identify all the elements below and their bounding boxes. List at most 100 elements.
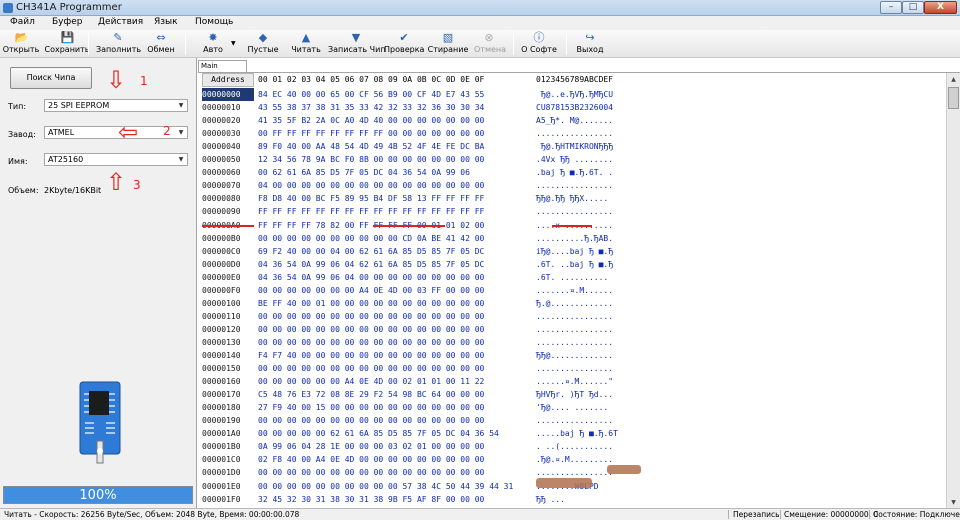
row-address[interactable]: 00000070 [202, 179, 254, 192]
row-address[interactable]: 000001C0 [202, 453, 254, 466]
auto-dropdown-icon[interactable]: ▼ [231, 40, 236, 47]
row-hex-bytes[interactable]: 00 62 61 6A 85 D5 7F 05 DC 04 36 54 0A 9… [258, 166, 470, 179]
row-ascii[interactable]: A5_Ђ*. M@....... [536, 114, 613, 127]
row-hex-bytes[interactable]: 00 FF FF FF FF FF FF FF FF 00 00 00 00 0… [258, 127, 484, 140]
row-ascii[interactable]: ЂЂ@.ЂЂ ЂЂX..... [536, 192, 608, 205]
row-hex-bytes[interactable]: 69 F2 40 00 00 04 00 62 61 6A 85 D5 85 7… [258, 245, 484, 258]
hex-row[interactable]: 000000B0 00 00 00 00 00 00 00 00 00 00 CD… [198, 232, 946, 245]
row-address[interactable]: 000001F0 [202, 493, 254, 506]
toolbar-button-fill[interactable]: ✎ Заполнить [96, 31, 141, 57]
row-address[interactable]: 00000130 [202, 336, 254, 349]
row-hex-bytes[interactable]: 04 36 54 0A 99 06 04 00 00 00 00 00 00 0… [258, 271, 484, 284]
hex-row[interactable]: 000000C0 69 F2 40 00 00 04 00 62 61 6A 85… [198, 245, 946, 258]
row-ascii[interactable]: ................ [536, 414, 613, 427]
hex-row[interactable]: 00000160 00 00 00 00 00 00 A4 0E 4D 00 02… [198, 375, 946, 388]
row-address[interactable]: 000001A0 [202, 427, 254, 440]
menu-actions[interactable]: Действия [98, 17, 143, 27]
row-ascii[interactable]: ЂЂ ... [536, 493, 565, 506]
hex-row[interactable]: 00000090 FF FF FF FF FF FF FF FF FF FF FF… [198, 205, 946, 218]
toolbar-button-auto[interactable]: ✸ Авто [198, 31, 228, 57]
hex-row[interactable]: 000000D0 04 36 54 0A 99 06 04 62 61 6A 85… [198, 258, 946, 271]
row-hex-bytes[interactable]: BE FF 40 00 01 00 00 00 00 00 00 00 00 0… [258, 297, 484, 310]
row-ascii[interactable]: ................ [536, 310, 613, 323]
row-address[interactable]: 00000170 [202, 388, 254, 401]
hex-row[interactable]: 00000110 00 00 00 00 00 00 00 00 00 00 00… [198, 310, 946, 323]
hex-row[interactable]: 000001B0 0A 99 06 04 28 1E 00 00 00 03 02… [198, 440, 946, 453]
row-ascii[interactable]: ................ [536, 179, 613, 192]
hex-row[interactable]: 00000040 89 F0 40 00 AA 48 54 4D 49 4B 52… [198, 140, 946, 153]
hex-row[interactable]: 00000070 04 00 00 00 00 00 00 00 00 00 00… [198, 179, 946, 192]
hex-row[interactable]: 000000F0 00 00 00 00 00 00 00 A4 0E 4D 00… [198, 284, 946, 297]
hex-row[interactable]: 00000030 00 FF FF FF FF FF FF FF FF 00 00… [198, 127, 946, 140]
row-address[interactable]: 00000120 [202, 323, 254, 336]
hex-row[interactable]: 00000190 00 00 00 00 00 00 00 00 00 00 00… [198, 414, 946, 427]
tab-main-memory[interactable]: Main Memory [198, 60, 247, 81]
row-ascii[interactable]: .6T. .......... [536, 271, 608, 284]
row-hex-bytes[interactable]: 41 35 5F B2 2A 0C A0 4D 40 00 00 00 00 0… [258, 114, 484, 127]
toolbar-button-read[interactable]: ▲ Читать [290, 31, 322, 57]
row-hex-bytes[interactable]: 27 F9 40 00 15 00 00 00 00 00 00 00 00 0… [258, 401, 484, 414]
hex-row[interactable]: 000001C0 02 F8 40 00 A4 0E 4D 00 00 00 00… [198, 453, 946, 466]
hex-row[interactable]: 000001F0 32 45 32 30 31 38 30 31 38 9B F5… [198, 493, 946, 506]
row-hex-bytes[interactable]: 00 00 00 00 00 00 00 A4 0E 4D 00 03 FF 0… [258, 284, 484, 297]
row-hex-bytes[interactable]: FF FF FF FF FF FF FF FF FF FF FF FF FF F… [258, 205, 484, 218]
row-ascii[interactable]: .......¤.M...... [536, 284, 613, 297]
row-address[interactable]: 00000040 [202, 140, 254, 153]
row-hex-bytes[interactable]: 89 F0 40 00 AA 48 54 4D 49 4B 52 4F 4E F… [258, 140, 484, 153]
row-ascii[interactable]: ................ [536, 323, 613, 336]
row-address[interactable]: 00000010 [202, 101, 254, 114]
row-address[interactable]: 00000060 [202, 166, 254, 179]
row-hex-bytes[interactable]: 00 00 00 00 00 00 A4 0E 4D 00 02 01 01 0… [258, 375, 484, 388]
row-ascii[interactable]: .4Vx ЂЂ ........ [536, 153, 613, 166]
hex-row[interactable]: 000000E0 04 36 54 0A 99 06 04 00 00 00 00… [198, 271, 946, 284]
hex-row[interactable]: 00000140 F4 F7 40 00 00 00 00 00 00 00 00… [198, 349, 946, 362]
row-ascii[interactable]: ................ [536, 336, 613, 349]
row-address[interactable]: 00000030 [202, 127, 254, 140]
row-ascii[interactable]: ................ [536, 362, 613, 375]
row-address[interactable]: 000001B0 [202, 440, 254, 453]
row-hex-bytes[interactable]: 00 00 00 00 00 00 00 00 00 00 CD 0A BE 4… [258, 232, 484, 245]
row-hex-bytes[interactable]: 0A 99 06 04 28 1E 00 00 00 03 02 01 00 0… [258, 440, 484, 453]
hex-row[interactable]: 00000180 27 F9 40 00 15 00 00 00 00 00 00… [198, 401, 946, 414]
hex-row[interactable]: 00000020 41 35 5F B2 2A 0C A0 4D 40 00 00… [198, 114, 946, 127]
hex-row[interactable]: 00000080 F8 D8 40 00 BC F5 89 95 B4 DF 58… [198, 192, 946, 205]
row-hex-bytes[interactable]: 00 00 00 00 00 00 00 00 00 00 00 00 00 0… [258, 466, 484, 479]
row-hex-bytes[interactable]: 00 00 00 00 00 00 00 00 00 00 00 00 00 0… [258, 336, 484, 349]
row-address[interactable]: 00000140 [202, 349, 254, 362]
row-ascii[interactable]: . ..(........... [536, 440, 613, 453]
scroll-down-icon[interactable]: ▼ [948, 497, 959, 508]
row-hex-bytes[interactable]: 84 EC 40 00 00 65 00 CF 56 B9 00 CF 4D E… [258, 88, 484, 101]
row-ascii[interactable]: Ђ.@............. [536, 297, 613, 310]
row-hex-bytes[interactable]: 04 36 54 0A 99 06 04 62 61 6A 85 D5 85 7… [258, 258, 484, 271]
row-hex-bytes[interactable]: 04 00 00 00 00 00 00 00 00 00 00 00 00 0… [258, 179, 484, 192]
toolbar-button-info[interactable]: ⓘ О Софте [520, 31, 558, 57]
row-ascii[interactable]: ..........Ђ.ЂAB. [536, 232, 613, 245]
row-address[interactable]: 00000050 [202, 153, 254, 166]
row-hex-bytes[interactable]: 00 00 00 00 00 00 00 00 00 00 57 38 4C 5… [258, 480, 513, 493]
row-hex-bytes[interactable]: FF FF FF FF 78 82 00 FF FF FF FF 00 01 0… [258, 219, 484, 232]
toolbar-button-blank-check[interactable]: ◆ Пустые [246, 31, 280, 57]
type-select[interactable]: 25 SPI EEPROM ▼ [44, 99, 188, 112]
toolbar-button-erase[interactable]: ▧ Стирание [426, 31, 470, 57]
row-address[interactable]: 000001E0 [202, 480, 254, 493]
row-hex-bytes[interactable]: 00 00 00 00 00 00 00 00 00 00 00 00 00 0… [258, 414, 484, 427]
hex-row[interactable]: 00000120 00 00 00 00 00 00 00 00 00 00 00… [198, 323, 946, 336]
toolbar-button-save[interactable]: 💾 Сохранить [44, 31, 90, 57]
row-hex-bytes[interactable]: 00 00 00 00 00 00 00 00 00 00 00 00 00 0… [258, 323, 484, 336]
row-hex-bytes[interactable]: F8 D8 40 00 BC F5 89 95 B4 DF 58 13 FF F… [258, 192, 484, 205]
row-ascii[interactable]: ......¤.M......" [536, 375, 613, 388]
row-hex-bytes[interactable]: 02 F8 40 00 A4 0E 4D 00 00 00 00 00 00 0… [258, 453, 484, 466]
row-address[interactable]: 000000B0 [202, 232, 254, 245]
row-address[interactable]: 000000E0 [202, 271, 254, 284]
toolbar-button-verify[interactable]: ✔ Проверка [384, 31, 424, 57]
row-address[interactable]: 00000160 [202, 375, 254, 388]
hex-row[interactable]: 00000000 84 EC 40 00 00 65 00 CF 56 B9 00… [198, 88, 946, 101]
toolbar-button-write-chip[interactable]: ▼ Записать Чип [328, 31, 386, 57]
toolbar-button-swap[interactable]: ⇔ Обмен [146, 31, 176, 57]
row-address[interactable]: 00000090 [202, 205, 254, 218]
menu-language[interactable]: Язык [154, 17, 178, 27]
row-address[interactable]: 000000C0 [202, 245, 254, 258]
hex-row[interactable]: 00000100 BE FF 40 00 01 00 00 00 00 00 00… [198, 297, 946, 310]
row-hex-bytes[interactable]: 00 00 00 00 00 00 00 00 00 00 00 00 00 0… [258, 362, 484, 375]
row-address[interactable]: 00000080 [202, 192, 254, 205]
